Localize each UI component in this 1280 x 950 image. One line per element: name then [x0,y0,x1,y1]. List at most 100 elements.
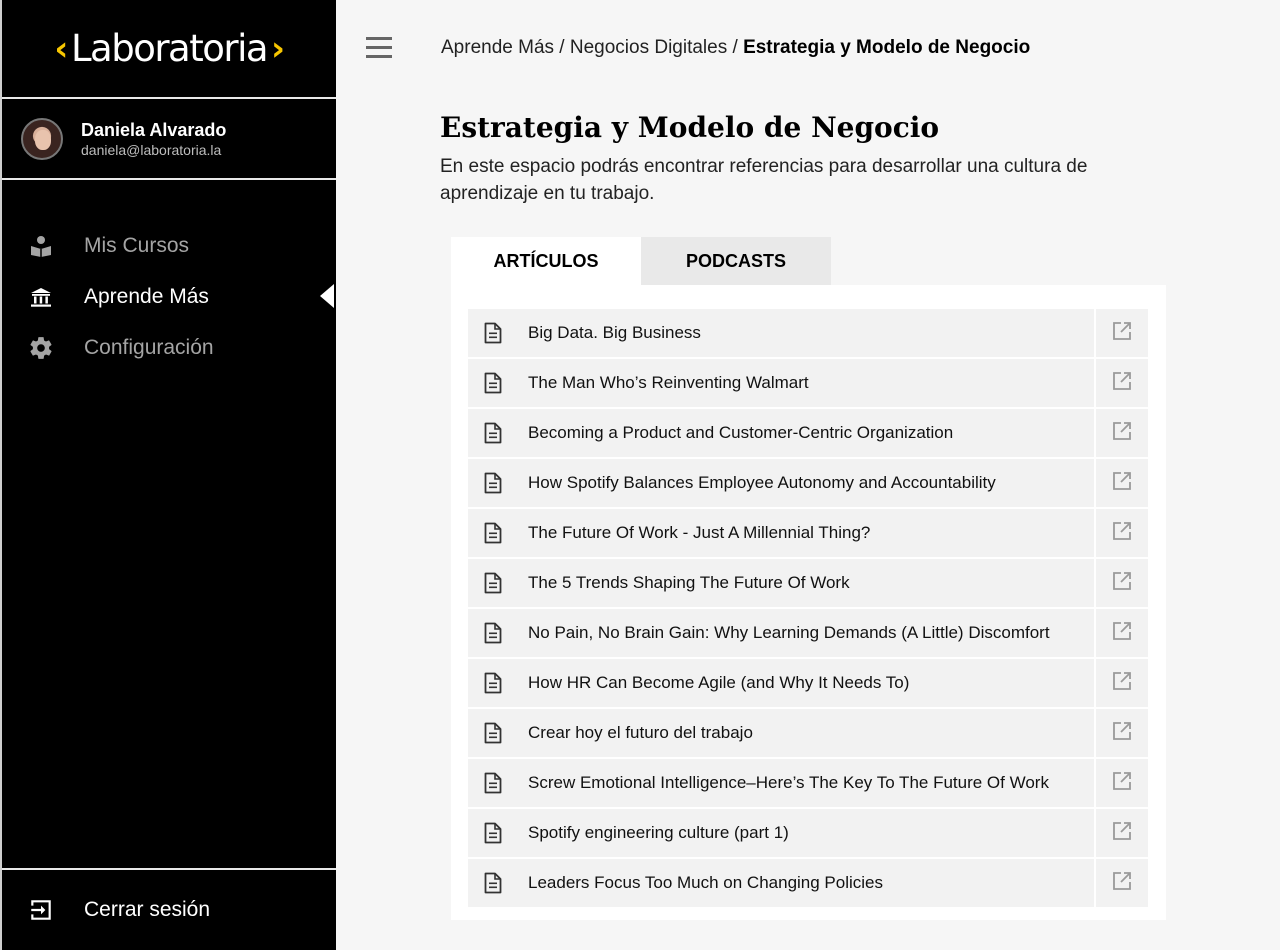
article-link[interactable]: The Future Of Work - Just A Millennial T… [468,509,1094,557]
article-link[interactable]: Leaders Focus Too Much on Changing Polic… [468,859,1094,907]
external-link-icon [1112,371,1132,396]
article-link[interactable]: How HR Can Become Agile (and Why It Need… [468,659,1094,707]
article-title: Becoming a Product and Customer-Centric … [528,423,954,442]
sidebar-item-mis-cursos[interactable]: Mis Cursos [2,220,336,271]
external-link-icon [1112,471,1132,496]
document-icon [484,772,502,794]
article-link[interactable]: Crear hoy el futuro del trabajo [468,709,1094,757]
avatar [21,117,63,160]
logo-left-bracket: ‹ [54,28,68,69]
open-external-button[interactable] [1096,659,1148,707]
user-profile: Daniela Alvarado daniela@laboratoria.la [2,99,336,180]
open-external-button[interactable] [1096,509,1148,557]
external-link-icon [1112,421,1132,446]
article-title: How HR Can Become Agile (and Why It Need… [528,673,910,692]
user-info: Daniela Alvarado daniela@laboratoria.la [81,120,226,158]
external-link-icon [1112,521,1132,546]
user-email: daniela@laboratoria.la [81,141,222,158]
breadcrumb-link-negocios-digitales[interactable]: Negocios Digitales [570,37,727,58]
article-link[interactable]: How Spotify Balances Employee Autonomy a… [468,459,1094,507]
logo[interactable]: ‹ Laboratoria › [2,0,336,99]
list-item: Leaders Focus Too Much on Changing Polic… [468,859,1148,907]
article-link[interactable]: No Pain, No Brain Gain: Why Learning Dem… [468,609,1094,657]
open-external-button[interactable] [1096,359,1148,407]
list-item: Big Data. Big Business [468,309,1148,357]
open-external-button[interactable] [1096,759,1148,807]
external-link-icon [1112,771,1132,796]
open-external-button[interactable] [1096,459,1148,507]
open-external-button[interactable] [1096,309,1148,357]
open-external-button[interactable] [1096,609,1148,657]
document-icon [484,422,502,444]
tab-bar: ARTÍCULOS PODCASTS [451,237,831,285]
document-icon [484,672,502,694]
sidebar: ‹ Laboratoria › Daniela Alvarado daniela… [0,0,336,950]
article-link[interactable]: The 5 Trends Shaping The Future Of Work [468,559,1094,607]
external-link-icon [1112,871,1132,896]
open-external-button[interactable] [1096,859,1148,907]
article-title: No Pain, No Brain Gain: Why Learning Dem… [528,623,1050,642]
list-item: Crear hoy el futuro del trabajo [468,709,1148,757]
breadcrumb-link-aprende-mas[interactable]: Aprende Más [441,37,554,58]
article-title: Big Data. Big Business [528,323,701,342]
articles-panel: Big Data. Big Business The Man Who’s Rein… [451,285,1166,920]
article-title: The 5 Trends Shaping The Future Of Work [528,573,850,592]
list-item: The Man Who’s Reinventing Walmart [468,359,1148,407]
sidebar-item-label: Mis Cursos [84,233,190,257]
document-icon [484,522,502,544]
course-icon [28,233,54,259]
article-title: Leaders Focus Too Much on Changing Polic… [528,873,884,892]
hamburger-line [366,37,392,40]
article-title: Screw Emotional Intelligence–Here’s The … [528,773,1049,792]
article-link[interactable]: Spotify engineering culture (part 1) [468,809,1094,857]
external-link-icon [1112,821,1132,846]
article-title: The Future Of Work - Just A Millennial T… [528,523,871,542]
list-item: How HR Can Become Agile (and Why It Need… [468,659,1148,707]
article-link[interactable]: The Man Who’s Reinventing Walmart [468,359,1094,407]
document-icon [484,322,502,344]
breadcrumb: Aprende Más / Negocios Digitales / Estra… [441,37,1030,59]
list-item: No Pain, No Brain Gain: Why Learning Dem… [468,609,1148,657]
sidebar-nav: Mis Cursos Aprende Más Configuración [2,220,336,373]
external-link-icon [1112,571,1132,596]
brand-name: Laboratoria [70,27,269,70]
article-link[interactable]: Big Data. Big Business [468,309,1094,357]
open-external-button[interactable] [1096,559,1148,607]
article-link[interactable]: Screw Emotional Intelligence–Here’s The … [468,759,1094,807]
menu-toggle-button[interactable] [366,37,392,61]
sidebar-item-configuracion[interactable]: Configuración [2,322,336,373]
document-icon [484,822,502,844]
hamburger-line [366,55,392,58]
open-external-button[interactable] [1096,409,1148,457]
document-icon [484,872,502,894]
logo-wordmark: ‹ Laboratoria › [50,27,287,70]
list-item: Screw Emotional Intelligence–Here’s The … [468,759,1148,807]
article-title: How Spotify Balances Employee Autonomy a… [528,473,996,492]
sidebar-item-label: Aprende Más [84,284,209,308]
open-external-button[interactable] [1096,809,1148,857]
document-icon [484,722,502,744]
document-icon [484,622,502,644]
tab-articulos[interactable]: ARTÍCULOS [451,237,641,285]
page-description: En este espacio podrás encontrar referen… [440,156,1088,204]
document-icon [484,372,502,394]
logout-icon [28,897,54,923]
external-link-icon [1112,671,1132,696]
sidebar-item-aprende-mas[interactable]: Aprende Más [2,271,336,322]
logout-button[interactable]: Cerrar sesión [2,868,336,950]
page-title: Estrategia y Modelo de Negocio [440,111,940,144]
list-item: How Spotify Balances Employee Autonomy a… [468,459,1148,507]
article-title: Crear hoy el futuro del trabajo [528,723,753,742]
list-item: Spotify engineering culture (part 1) [468,809,1148,857]
article-link[interactable]: Becoming a Product and Customer-Centric … [468,409,1094,457]
list-item: The 5 Trends Shaping The Future Of Work [468,559,1148,607]
breadcrumb-separator: / [732,37,738,58]
tab-podcasts[interactable]: PODCASTS [641,237,831,285]
institution-icon [28,284,54,310]
external-link-icon [1112,721,1132,746]
article-title: Spotify engineering culture (part 1) [528,823,789,842]
logout-label: Cerrar sesión [84,898,211,921]
document-icon [484,572,502,594]
open-external-button[interactable] [1096,709,1148,757]
breadcrumb-separator: / [559,37,565,58]
